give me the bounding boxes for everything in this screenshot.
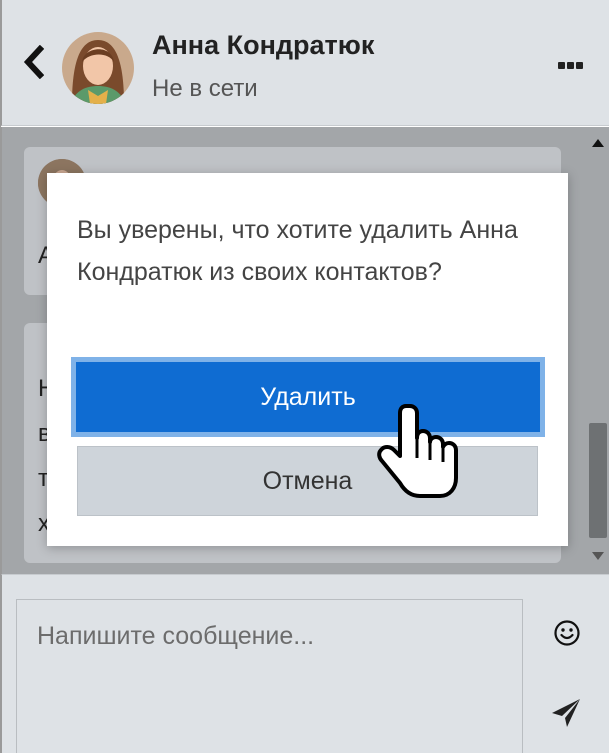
emoji-button[interactable]: [553, 619, 581, 647]
more-options-button[interactable]: [550, 56, 590, 76]
contact-name: Анна Кондратюк: [152, 30, 375, 60]
cancel-button[interactable]: Отмена: [77, 446, 538, 516]
confirm-delete-dialog: Вы уверены, что хотите удалить Анна Конд…: [47, 173, 568, 546]
messages-scrollbar[interactable]: [587, 127, 609, 574]
message-input[interactable]: [16, 599, 523, 753]
chat-window: Анна Кондратюк Не в сети А Н в т х: [0, 0, 609, 753]
contact-photo: [62, 32, 134, 104]
more-horizontal-icon: [558, 62, 565, 69]
dialog-message: Вы уверены, что хотите удалить Анна Конд…: [77, 216, 518, 286]
chevron-left-icon: [23, 44, 45, 80]
contact-status: Не в сети: [152, 75, 258, 102]
paper-plane-icon: [552, 699, 580, 727]
scroll-up-arrow-icon[interactable]: [592, 139, 604, 147]
scroll-down-arrow-icon[interactable]: [592, 552, 604, 560]
delete-button[interactable]: Удалить: [71, 357, 545, 437]
message-composer: [1, 574, 609, 753]
avatar[interactable]: [62, 32, 134, 104]
chat-header: Анна Кондратюк Не в сети: [1, 0, 609, 126]
back-button[interactable]: [22, 44, 45, 80]
smiley-icon: [554, 620, 580, 646]
scroll-thumb[interactable]: [589, 423, 607, 538]
send-button[interactable]: [550, 697, 582, 729]
